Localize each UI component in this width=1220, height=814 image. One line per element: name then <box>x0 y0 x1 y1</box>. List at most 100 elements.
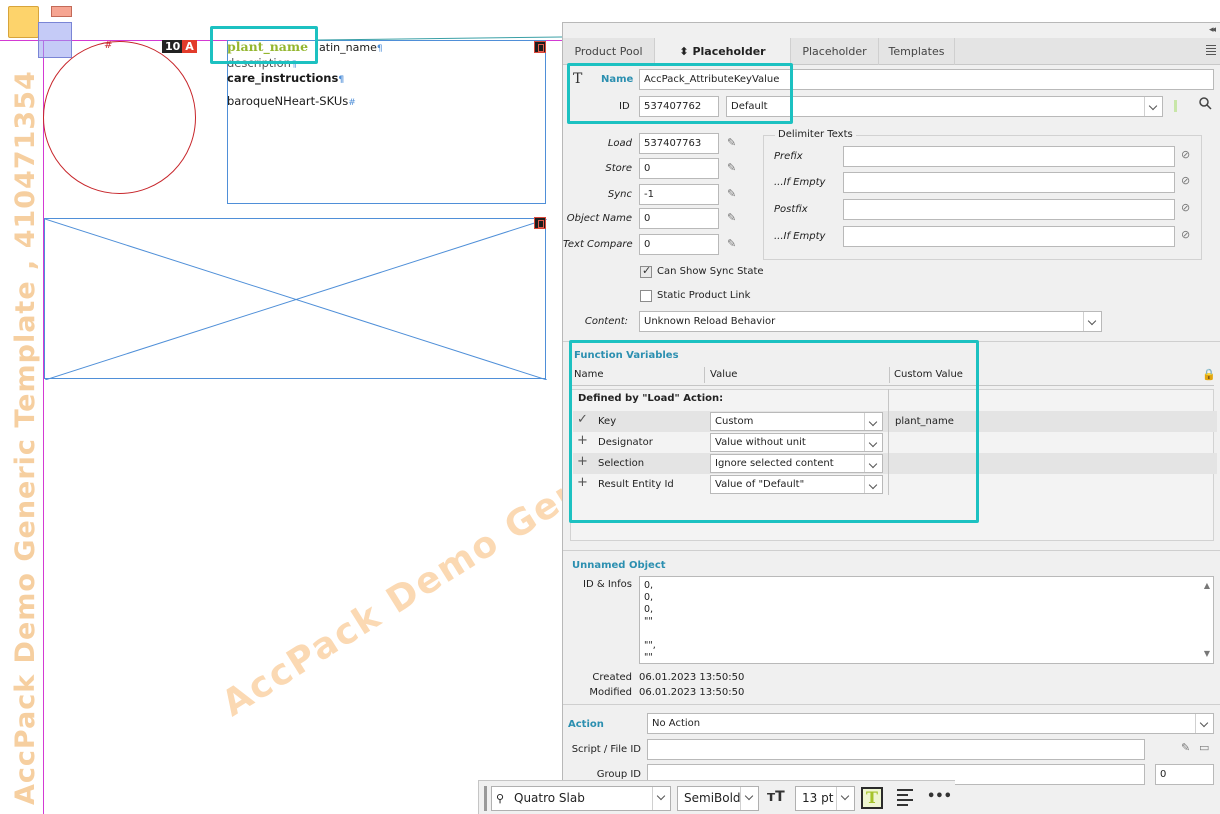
if-empty-prefix-clip-icon[interactable]: ⊘ <box>1181 174 1190 187</box>
text-compare-label: Text Compare <box>563 239 633 250</box>
end-mark: # <box>348 98 356 108</box>
highlight-function-variables <box>569 340 979 523</box>
pink-placeholder-square[interactable] <box>51 6 72 17</box>
modified-value: 06.01.2023 13:50:50 <box>639 687 745 698</box>
selected-blue-square[interactable] <box>38 22 72 58</box>
scroll-down-icon[interactable]: ▼ <box>1204 648 1210 660</box>
group-id-label: Group ID <box>596 769 641 780</box>
document-canvas[interactable]: AccPack Demo Generic Template , 41047135… <box>0 0 562 814</box>
modified-label: Modified <box>589 687 632 698</box>
info-line: 0, <box>644 580 654 591</box>
unnamed-object-title: Unnamed Object <box>572 560 666 571</box>
action-label: Action <box>568 719 604 730</box>
id-infos-label: ID & Infos <box>583 579 632 590</box>
prefix-label: Prefix <box>774 151 803 162</box>
text-compare-edit-icon[interactable]: ✎ <box>727 237 736 250</box>
group-id-value-field[interactable]: 0 <box>1155 764 1214 785</box>
sync-edit-icon[interactable]: ✎ <box>727 187 736 200</box>
chevron-down-icon <box>1195 714 1213 733</box>
postfix-clip-icon[interactable]: ⊘ <box>1181 201 1190 214</box>
scroll-up-icon[interactable]: ▲ <box>1204 580 1210 592</box>
sync-label: Sync <box>607 189 632 200</box>
sort-arrows-icon: ⬍ <box>679 45 693 58</box>
if-empty-prefix-label: ...If Empty <box>774 177 826 188</box>
image-frame[interactable] <box>44 218 547 380</box>
pilcrow-mark: ¶ <box>376 44 383 54</box>
toolbar-grip[interactable] <box>484 786 487 811</box>
search-icon[interactable] <box>1199 97 1212 110</box>
image-frame-link-icon[interactable] <box>534 217 546 229</box>
tab-placeholder-options[interactable]: ⬍ Placeholder Options <box>655 38 791 85</box>
postfix-label: Postfix <box>774 204 808 215</box>
content-select[interactable]: Unknown Reload Behavior <box>639 311 1102 332</box>
font-style-select[interactable]: SemiBold <box>677 786 759 811</box>
id-infos-textarea[interactable]: 0, 0, 0, "" "", "" ▲ ▼ <box>639 576 1214 664</box>
frame-number-badge: 10 <box>162 40 184 53</box>
yellow-placeholder-square[interactable] <box>8 6 39 38</box>
separator <box>563 550 1220 551</box>
if-empty-postfix-clip-icon[interactable]: ⊘ <box>1181 228 1190 241</box>
status-indicator <box>1174 100 1177 112</box>
created-label: Created <box>592 672 632 683</box>
text-format-toolbar: ⚲ Quatro Slab SemiBold тT 13 pt T ••• <box>478 780 955 814</box>
sku-placeholder[interactable]: baroqueNHeart-SKUs# <box>227 94 356 108</box>
can-show-sync-checkbox[interactable] <box>640 264 652 278</box>
sku-text: baroqueNHeart-SKUs <box>227 94 349 108</box>
circle-frame[interactable] <box>43 41 196 194</box>
tab-placeholder[interactable]: Placeholder <box>791 38 879 65</box>
image-frame-cross <box>45 219 547 380</box>
chevron-down-icon <box>1083 312 1101 331</box>
text-compare-field[interactable]: 0 <box>639 234 719 255</box>
static-link-checkbox[interactable] <box>640 290 652 302</box>
action-select[interactable]: No Action <box>647 713 1214 734</box>
hash-marker: # <box>104 40 113 51</box>
prefix-clip-icon[interactable]: ⊘ <box>1181 148 1190 161</box>
sync-field[interactable]: -1 <box>639 184 719 205</box>
search-icon: ⚲ <box>496 792 505 805</box>
font-size-value: 13 pt <box>802 791 834 805</box>
delimiter-texts-title: Delimiter Texts <box>775 129 856 140</box>
folder-icon[interactable]: ▭ <box>1199 741 1209 754</box>
if-empty-postfix-label: ...If Empty <box>774 231 826 242</box>
font-size-select[interactable]: 13 pt <box>795 786 855 811</box>
more-options-icon[interactable]: ••• <box>927 789 952 804</box>
info-line <box>644 628 1213 640</box>
frame-letter-badge: A <box>182 40 197 53</box>
load-field[interactable]: 537407763 <box>639 133 719 154</box>
panel-menu-icon[interactable] <box>1206 45 1216 57</box>
care-instructions-placeholder[interactable]: care_instructions¶ <box>227 71 344 85</box>
store-field[interactable]: 0 <box>639 158 719 179</box>
object-name-edit-icon[interactable]: ✎ <box>727 211 736 224</box>
if-empty-postfix-field[interactable] <box>843 226 1175 247</box>
info-line: 0, <box>644 592 654 603</box>
content-label: Content: <box>584 316 628 327</box>
if-empty-prefix-field[interactable] <box>843 172 1175 193</box>
created-value: 06.01.2023 13:50:50 <box>639 672 745 683</box>
object-name-label: Object Name <box>566 213 632 224</box>
font-family-select[interactable]: ⚲ Quatro Slab <box>491 786 671 811</box>
prefix-field[interactable] <box>843 146 1175 167</box>
action-select-value: No Action <box>652 718 701 729</box>
pilcrow-mark: ¶ <box>338 75 345 85</box>
script-edit-icon[interactable]: ✎ <box>1181 741 1190 754</box>
panel-tabs: Product Pool ⬍ Placeholder Options Place… <box>563 38 1220 85</box>
lock-icon[interactable]: 🔒 <box>1202 368 1216 381</box>
vertical-watermark: AccPack Demo Generic Template , 41047135… <box>10 70 41 805</box>
text-color-icon[interactable]: T <box>861 787 883 809</box>
highlight-plant-name <box>210 26 318 64</box>
tab-product-pool[interactable]: Product Pool <box>563 38 655 65</box>
chevron-down-icon <box>836 787 854 810</box>
font-size-icon: тT <box>767 789 785 805</box>
postfix-field[interactable] <box>843 199 1175 220</box>
script-file-field[interactable] <box>647 739 1145 760</box>
chevron-down-icon <box>1144 97 1162 116</box>
align-left-icon[interactable] <box>897 789 913 806</box>
collapse-panel-icon[interactable]: ◂◂ <box>1209 25 1216 35</box>
static-link-label: Static Product Link <box>657 290 751 301</box>
object-name-field[interactable]: 0 <box>639 208 719 229</box>
store-edit-icon[interactable]: ✎ <box>727 161 736 174</box>
load-edit-icon[interactable]: ✎ <box>727 136 736 149</box>
separator <box>563 704 1220 705</box>
tab-templates[interactable]: Templates <box>879 38 955 65</box>
font-family-value: Quatro Slab <box>514 791 585 805</box>
